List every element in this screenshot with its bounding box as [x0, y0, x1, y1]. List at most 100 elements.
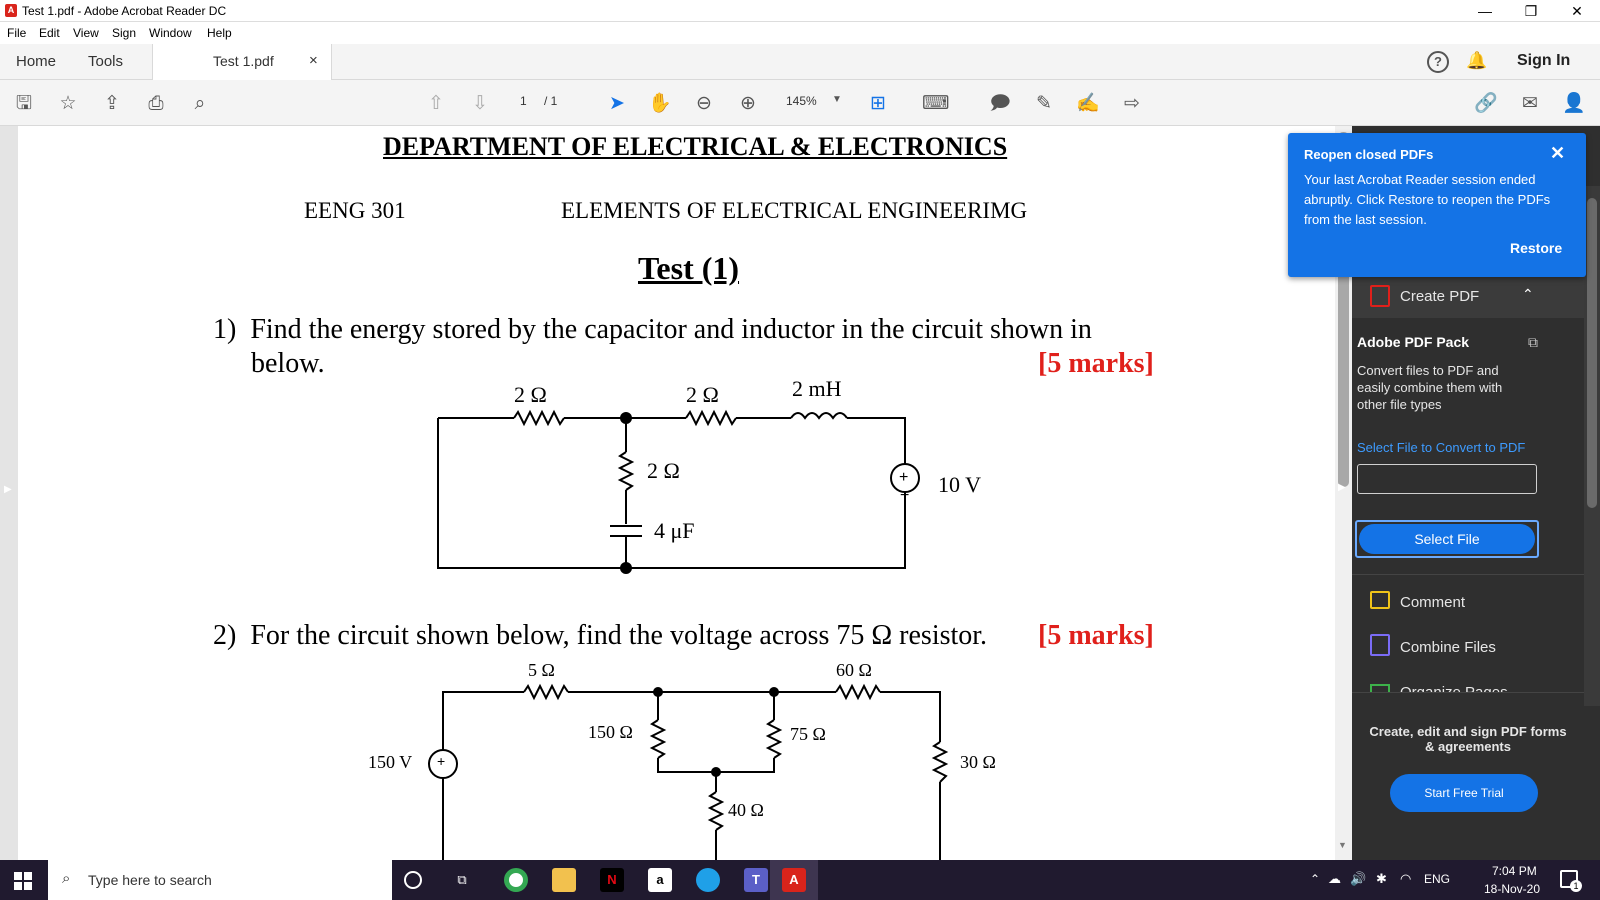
comment-icon[interactable]: 🗩 [988, 92, 1012, 116]
taskbar-search-placeholder: Type here to search [88, 872, 212, 888]
circuit-2-diagram: + [428, 683, 949, 860]
panel-divider [1352, 574, 1584, 575]
panel-collapse-icon[interactable]: ▶ [1338, 482, 1346, 493]
action-center-icon[interactable]: 1 [1560, 870, 1582, 892]
promo-text: Create, edit and sign PDF forms & agreem… [1369, 724, 1567, 754]
bluetooth-icon[interactable]: ✱ [1376, 871, 1387, 887]
star-icon[interactable]: ☆ [56, 92, 80, 116]
tab-document[interactable]: Test 1.pdf × [152, 44, 332, 80]
teams-icon[interactable]: T [744, 868, 768, 892]
comment-tool[interactable]: Comment [1400, 594, 1465, 611]
zoom-in-icon[interactable]: ⊕ [736, 92, 760, 116]
task-view-icon[interactable]: ⧉ [450, 868, 474, 892]
combine-files-tool[interactable]: Combine Files [1400, 639, 1496, 656]
notification-close-icon[interactable]: ✕ [1550, 143, 1565, 164]
title-bar: A Test 1.pdf - Adobe Acrobat Reader DC —… [0, 0, 1600, 22]
page-down-icon[interactable]: ⇩ [468, 92, 492, 116]
clock-date[interactable]: 18-Nov-20 [1484, 882, 1540, 896]
notification-title: Reopen closed PDFs [1304, 147, 1434, 162]
file-explorer-icon[interactable] [552, 868, 576, 892]
acrobat-icon: A [5, 4, 17, 17]
tab-tools[interactable]: Tools [88, 53, 123, 70]
page-number-field[interactable]: 1 [520, 94, 527, 108]
page-up-icon[interactable]: ⇧ [424, 92, 448, 116]
file-input-box[interactable] [1357, 464, 1537, 494]
share-icon[interactable]: ⇨ [1120, 92, 1144, 116]
restore-button[interactable]: Restore [1510, 240, 1562, 256]
tray-chevron-icon[interactable]: ⌃ [1310, 872, 1320, 886]
zoom-out-icon[interactable]: ⊖ [692, 92, 716, 116]
hand-tool-icon[interactable]: ✋ [648, 92, 672, 116]
c2-r3-label: 150 Ω [588, 722, 633, 742]
sign-icon[interactable]: ✍ [1076, 92, 1100, 116]
sign-in-button[interactable]: Sign In [1517, 52, 1570, 70]
wifi-icon[interactable]: ◠ [1400, 871, 1411, 887]
organize-pages-tool[interactable]: Organize Pages [1352, 682, 1584, 692]
c2-r2-label: 60 Ω [836, 660, 872, 680]
minimize-button[interactable]: — [1462, 0, 1508, 22]
menu-window[interactable]: Window [149, 26, 192, 40]
help-icon[interactable]: ? [1427, 51, 1449, 73]
chevron-up-icon[interactable]: ⌃ [1522, 286, 1534, 303]
select-file-button[interactable]: Select File [1359, 524, 1535, 554]
save-icon[interactable]: 🖫 [12, 92, 36, 116]
select-cursor-icon[interactable]: ➤ [605, 92, 629, 116]
fit-page-icon[interactable]: ⊞ [866, 92, 890, 116]
menu-edit[interactable]: Edit [39, 26, 60, 40]
link-icon[interactable]: 🔗 [1474, 92, 1498, 116]
netflix-icon[interactable]: N [600, 868, 624, 892]
menu-help[interactable]: Help [207, 26, 232, 40]
organize-pages-icon [1370, 684, 1390, 692]
windows-start-icon[interactable] [14, 872, 32, 890]
window-title: Test 1.pdf - Adobe Acrobat Reader DC [22, 4, 227, 18]
bell-icon[interactable]: 🔔 [1466, 51, 1487, 71]
menu-file[interactable]: File [7, 26, 26, 40]
pdf-pack-title: Adobe PDF Pack [1357, 334, 1470, 350]
mail-icon[interactable]: ✉ [1518, 92, 1542, 116]
language-indicator[interactable]: ENG [1424, 872, 1450, 886]
edge-icon[interactable] [696, 868, 720, 892]
highlight-pen-icon[interactable]: ✎ [1032, 92, 1056, 116]
upload-cloud-icon[interactable]: ⇪ [100, 92, 124, 116]
taskbar-acrobat-active[interactable]: A [770, 860, 818, 900]
combine-files-icon [1370, 634, 1390, 656]
create-pdf-icon [1370, 285, 1390, 307]
zoom-level[interactable]: 145% [786, 94, 817, 108]
panel-scrollbar-thumb[interactable] [1587, 198, 1597, 508]
onedrive-icon[interactable]: ☁ [1328, 871, 1341, 887]
menu-view[interactable]: View [73, 26, 99, 40]
panel-scrollbar[interactable] [1584, 186, 1600, 706]
restore-button[interactable]: ❐ [1508, 0, 1554, 22]
svg-text:+: + [437, 753, 445, 769]
doc-tab-close[interactable]: × [309, 52, 318, 69]
menu-bar: File Edit View Sign Window Help [0, 22, 1600, 44]
c2-source-label: 150 V [368, 752, 413, 772]
select-file-link[interactable]: Select File to Convert to PDF [1357, 440, 1525, 455]
menu-sign[interactable]: Sign [112, 26, 136, 40]
tab-home[interactable]: Home [16, 53, 56, 70]
create-pdf-label: Create PDF [1400, 288, 1480, 305]
print-icon[interactable]: ⎙ [144, 92, 168, 116]
pdf-pack-info-icon[interactable]: ⧉ [1528, 334, 1538, 351]
c2-r5-label: 30 Ω [960, 752, 996, 772]
add-user-icon[interactable]: 👤 [1562, 92, 1586, 116]
pdf-page: DEPARTMENT OF ELECTRICAL & ELECTRONICS E… [18, 126, 1335, 860]
select-file-focus-ring: Select File [1355, 520, 1539, 558]
keyboard-icon[interactable]: ⌨ [922, 92, 949, 116]
close-window-button[interactable]: ✕ [1554, 0, 1600, 22]
left-panel-toggle-icon[interactable]: ▶ [4, 484, 12, 495]
zoom-dropdown-icon[interactable]: ▼ [832, 94, 842, 105]
page-total: / 1 [544, 94, 558, 108]
search-icon[interactable]: ⌕ [188, 92, 212, 116]
volume-icon[interactable]: 🔊 [1350, 871, 1366, 887]
scroll-down-arrow-icon[interactable]: ▼ [1338, 840, 1347, 850]
taskbar-search-box[interactable]: ⌕ Type here to search [48, 860, 392, 900]
cortana-icon[interactable] [404, 871, 422, 889]
amazon-icon[interactable]: a [648, 868, 672, 892]
start-free-trial-button[interactable]: Start Free Trial [1390, 774, 1538, 812]
organize-pages-label: Organize Pages [1400, 684, 1508, 692]
chrome-icon[interactable] [504, 868, 528, 892]
panel-divider-2 [1352, 692, 1584, 693]
clock-time[interactable]: 7:04 PM [1492, 864, 1537, 878]
create-pdf-header[interactable]: Create PDF ⌃ [1352, 274, 1584, 318]
